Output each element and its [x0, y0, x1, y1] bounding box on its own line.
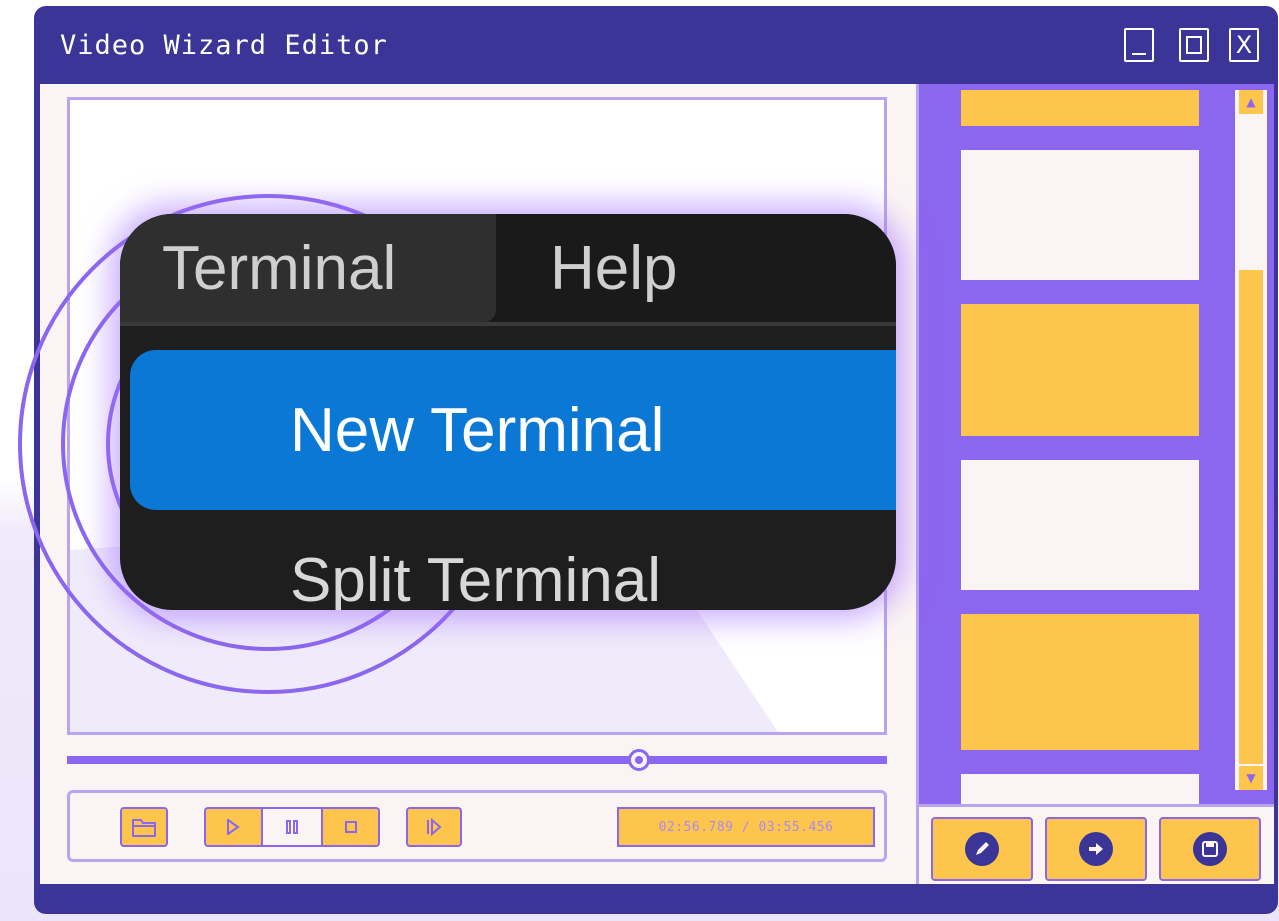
- close-button[interactable]: X: [1229, 28, 1259, 62]
- scroll-down-icon[interactable]: ▼: [1239, 766, 1263, 790]
- maximize-button[interactable]: [1179, 28, 1209, 62]
- title-bar: Video Wizard Editor X: [34, 6, 1278, 86]
- pause-icon: [286, 820, 298, 834]
- clip-thumbnail[interactable]: [961, 304, 1199, 436]
- forward-icon: [1079, 832, 1113, 866]
- scrollbar-thumb[interactable]: [1239, 270, 1263, 764]
- stop-button[interactable]: [323, 809, 378, 845]
- menu-item-split-terminal[interactable]: Split Terminal: [290, 550, 661, 611]
- transport-group: [204, 807, 380, 847]
- timeline-bar[interactable]: [67, 756, 887, 764]
- window-title: Video Wizard Editor: [60, 30, 388, 61]
- open-file-button[interactable]: [120, 807, 168, 847]
- clip-thumbnail[interactable]: [961, 90, 1199, 126]
- menu-item-new-terminal[interactable]: New Terminal: [130, 350, 896, 510]
- zoomed-menu-callout: Terminal Help New Terminal Split Termina…: [120, 214, 896, 610]
- clip-sidebar: [916, 84, 1274, 804]
- folder-icon: [132, 819, 156, 837]
- menu-terminal[interactable]: Terminal: [120, 214, 496, 322]
- menu-help[interactable]: Help: [550, 214, 678, 322]
- clip-thumbnail[interactable]: [961, 150, 1199, 280]
- sidebar-actions: [916, 804, 1274, 884]
- scroll-up-icon[interactable]: ▲: [1239, 90, 1263, 114]
- forward-button[interactable]: [1045, 817, 1147, 881]
- save-icon: [1193, 832, 1227, 866]
- next-frame-icon: [427, 818, 442, 836]
- clip-thumbnail[interactable]: [961, 614, 1199, 750]
- clip-thumbnail[interactable]: [961, 460, 1199, 590]
- clip-thumbnail[interactable]: [961, 774, 1199, 804]
- save-button[interactable]: [1159, 817, 1261, 881]
- sidebar-scrollbar[interactable]: ▲ ▼: [1235, 90, 1267, 790]
- timecode-display: 02:56.789 / 03:55.456: [617, 807, 875, 847]
- playback-controls: 02:56.789 / 03:55.456: [67, 790, 887, 862]
- minimize-button[interactable]: [1124, 28, 1154, 62]
- close-icon: X: [1235, 31, 1253, 59]
- stop-icon: [344, 821, 357, 833]
- pause-button[interactable]: [260, 809, 324, 845]
- scrubber-handle[interactable]: [628, 749, 650, 771]
- menu-bar: Terminal Help: [120, 214, 896, 326]
- next-frame-button[interactable]: [406, 807, 462, 847]
- play-button[interactable]: [206, 809, 261, 845]
- edit-icon: [965, 832, 999, 866]
- play-icon: [227, 819, 241, 835]
- edit-button[interactable]: [931, 817, 1033, 881]
